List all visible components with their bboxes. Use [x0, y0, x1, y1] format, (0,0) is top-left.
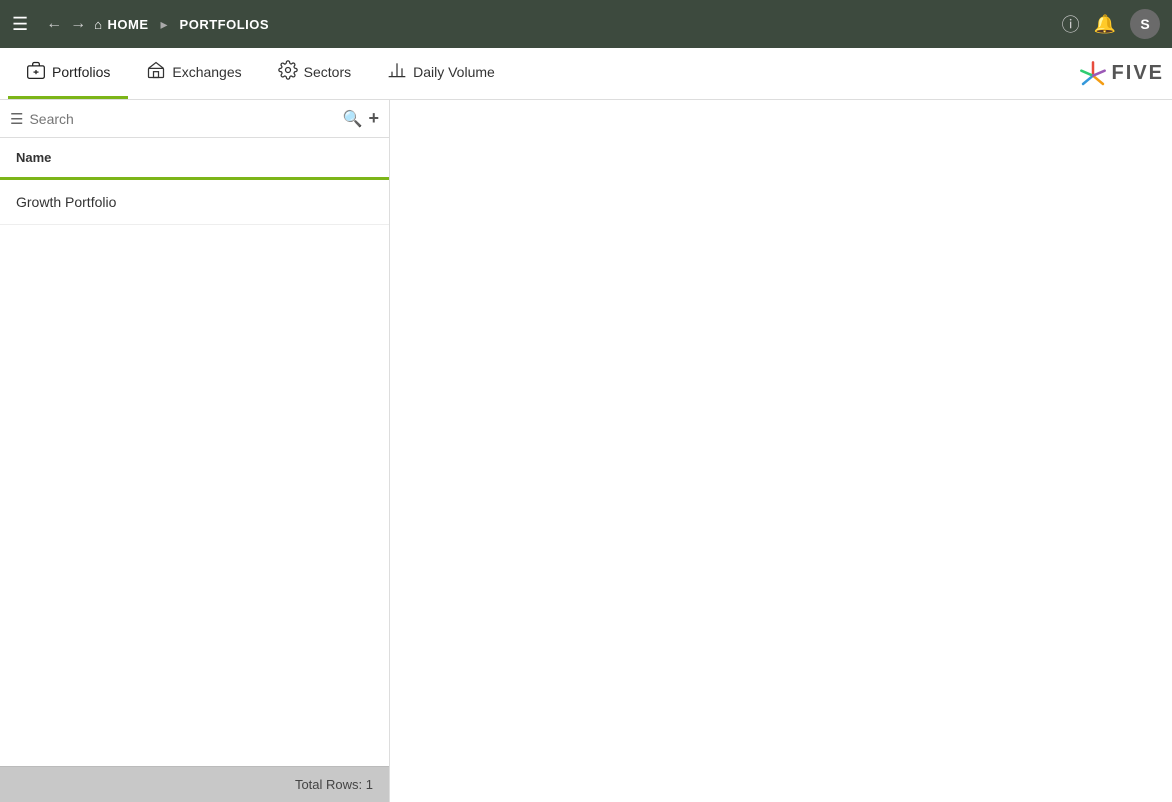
daily-volume-icon: [387, 60, 407, 85]
table-footer: Total Rows: 1: [0, 766, 389, 802]
five-logo-area: FIVE: [1078, 59, 1164, 89]
back-button[interactable]: ←: [46, 15, 62, 33]
tab-portfolios-label: Portfolios: [52, 64, 110, 80]
search-input[interactable]: [29, 111, 336, 127]
tab-daily-volume[interactable]: Daily Volume: [369, 48, 513, 99]
current-page-label: PORTFOLIOS: [180, 17, 270, 32]
table-row[interactable]: Growth Portfolio: [0, 180, 389, 225]
tab-bar: Portfolios Exchanges Sectors: [0, 48, 1172, 100]
tab-sectors-label: Sectors: [304, 64, 351, 80]
tab-exchanges[interactable]: Exchanges: [128, 48, 259, 99]
home-label: HOME: [108, 17, 149, 32]
portfolios-icon: [26, 60, 46, 85]
help-icon[interactable]: ⓘ: [1062, 11, 1080, 37]
row-name: Growth Portfolio: [16, 194, 116, 210]
sectors-icon: [278, 60, 298, 85]
total-rows-label: Total Rows: 1: [295, 777, 373, 792]
notification-bell-icon[interactable]: 🔔: [1094, 14, 1116, 35]
table-header: Name: [0, 138, 389, 180]
five-logo-icon: [1078, 59, 1108, 89]
tab-exchanges-label: Exchanges: [172, 64, 241, 80]
home-icon: ⌂: [94, 17, 102, 32]
right-panel: [390, 100, 1172, 802]
breadcrumb-separator: ▸: [161, 16, 168, 33]
left-panel: ☰ 🔍 + Name Growth Portfolio Total Rows: …: [0, 100, 390, 802]
five-logo-text: FIVE: [1112, 62, 1164, 85]
add-icon[interactable]: +: [368, 108, 379, 129]
main-content: ☰ 🔍 + Name Growth Portfolio Total Rows: …: [0, 100, 1172, 802]
exchanges-icon: [146, 60, 166, 85]
home-nav-button[interactable]: ⌂ HOME: [94, 17, 148, 32]
tab-sectors[interactable]: Sectors: [260, 48, 369, 99]
filter-icon[interactable]: ☰: [10, 110, 23, 128]
user-initial: S: [1140, 16, 1149, 32]
tab-daily-volume-label: Daily Volume: [413, 64, 495, 80]
user-avatar[interactable]: S: [1130, 9, 1160, 39]
hamburger-menu-icon[interactable]: ☰: [12, 14, 28, 35]
table-body: Growth Portfolio: [0, 180, 389, 766]
table-header-name: Name: [16, 150, 51, 165]
search-bar: ☰ 🔍 +: [0, 100, 389, 138]
search-icon[interactable]: 🔍: [343, 109, 363, 129]
top-navbar: ☰ ← → ⌂ HOME ▸ PORTFOLIOS ⓘ 🔔 S: [0, 0, 1172, 48]
tab-portfolios[interactable]: Portfolios: [8, 48, 128, 99]
forward-button[interactable]: →: [70, 15, 86, 33]
